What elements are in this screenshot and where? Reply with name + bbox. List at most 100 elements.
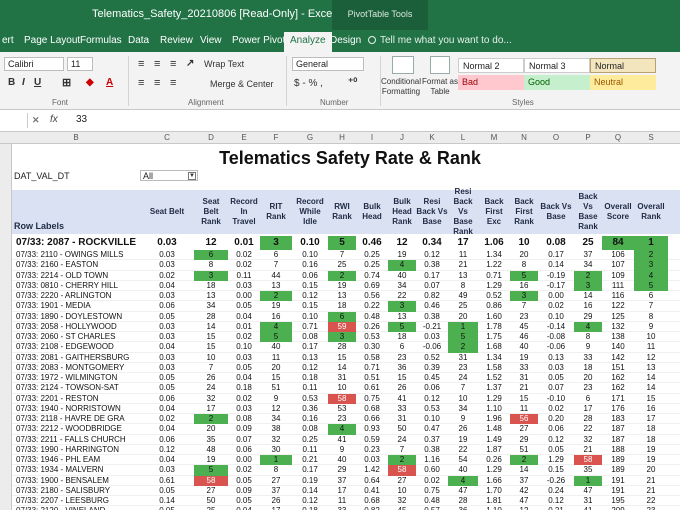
row-label[interactable]: 07/33: 2060 - ST CHARLES [14, 332, 140, 342]
row-label[interactable]: 07/33: 2211 - FALLS CHURCH [14, 435, 140, 445]
cell-rwi-rank[interactable]: 4 [328, 424, 356, 435]
cell-seat-belt-rank[interactable]: 25 [194, 506, 228, 510]
cell-rwi-rank[interactable]: 19 [328, 281, 356, 291]
cell-back-vs-base[interactable]: -0.10 [538, 394, 574, 404]
cell-rit-rank[interactable]: 1 [260, 455, 292, 466]
table-row[interactable]: 07/33: 1900 - BENSALEM 0.61 58 0.05 27 0.19 37… [12, 475, 680, 486]
cell-bulk-head-rank[interactable]: 32 [388, 496, 416, 506]
format-as-table-button[interactable]: Format as Table [420, 77, 460, 97]
header-seat-belt[interactable]: Seat Belt [140, 190, 194, 234]
cell-record-in-travel[interactable]: 0.00 [228, 291, 260, 301]
table-row[interactable]: 07/33: 2180 - SALISBURY 0.05 27 0.09 37 0.14 1… [12, 486, 680, 496]
table-row[interactable]: 07/33: 1890 - DOYLESTOWN 0.05 28 0.04 16 0.10… [12, 311, 680, 322]
cell-overall-score[interactable]: 176 [602, 404, 634, 414]
row-label[interactable]: 07/33: 1972 - WILMINGTON [14, 373, 140, 383]
cell-resi-back-vs-base[interactable]: 0.03 [416, 332, 448, 342]
cell-resi-back-vs-base-rank[interactable]: 4 [448, 475, 478, 486]
cell-back-first-rank[interactable]: 7 [510, 301, 538, 311]
table-row[interactable]: 07/33: 2207 - LEESBURG 0.14 50 0.05 26 0.12 11… [12, 496, 680, 507]
row-label[interactable]: 07/33: 1901 - MEDIA [14, 301, 140, 311]
cell-back-vs-base[interactable]: 0.20 [538, 414, 574, 424]
cell-back-first-exc[interactable]: 1.96 [478, 414, 510, 424]
cell-back-vs-base-rank[interactable]: 34 [574, 260, 602, 270]
cell-overall-rank[interactable]: 15 [634, 394, 668, 404]
cell-bulk-head-rank[interactable]: 10 [388, 486, 416, 496]
currency-format-buttons[interactable]: $ - % , [294, 78, 323, 89]
tab-analyze[interactable]: Analyze [284, 32, 332, 52]
cell-bulk-head[interactable]: 0.93 [356, 424, 388, 434]
bold-button[interactable]: B [8, 77, 15, 88]
cell-record-in-travel[interactable]: 0.03 [228, 404, 260, 414]
cell-bulk-head-rank[interactable]: 58 [388, 465, 416, 476]
table-row[interactable]: 07/33: 2160 - EASTON 0.03 8 0.02 7 0.16 25 0.25… [12, 260, 680, 271]
cell-record-while-idle[interactable]: 0.12 [292, 496, 328, 506]
cell-bulk-head[interactable]: 0.61 [356, 383, 388, 393]
cell-back-first-rank[interactable]: 3 [510, 291, 538, 302]
cell-overall-rank[interactable]: 14 [634, 383, 668, 393]
cell-back-vs-base-rank[interactable]: 28 [574, 414, 602, 424]
table-row[interactable]: 07/33: 2060 - ST CHARLES 0.03 15 0.02 5 0.08 3… [12, 332, 680, 343]
cell-rit-rank[interactable]: 20 [260, 363, 292, 373]
cell-rwi-rank[interactable]: 5 [328, 236, 356, 250]
table-row[interactable]: 07/33: 2058 - HOLLYWOOD 0.03 14 0.01 4 0.71 59… [12, 321, 680, 332]
cell-record-while-idle[interactable]: 0.16 [292, 260, 328, 270]
column-header-e[interactable]: E [228, 133, 260, 142]
cell-overall-score[interactable]: 122 [602, 301, 634, 311]
cell-bulk-head[interactable]: 0.68 [356, 404, 388, 414]
cell-bulk-head-rank[interactable]: 7 [388, 445, 416, 455]
row-label[interactable]: 07/33: 2180 - SALISBURY [14, 486, 140, 496]
cell-record-while-idle[interactable]: 0.71 [292, 322, 328, 332]
cell-seat-belt[interactable]: 0.03 [140, 363, 194, 373]
cell-seat-belt[interactable]: 0.03 [140, 250, 194, 260]
cell-overall-rank[interactable]: 21 [634, 486, 668, 496]
cell-resi-back-vs-base[interactable]: 0.34 [416, 236, 448, 250]
cell-back-first-exc[interactable]: 1.34 [478, 250, 510, 260]
cell-bulk-head-rank[interactable]: 2 [388, 455, 416, 466]
cell-rwi-rank[interactable]: 37 [328, 476, 356, 486]
cell-back-first-rank[interactable]: 29 [510, 435, 538, 445]
cell-back-vs-base-rank[interactable]: 29 [574, 312, 602, 322]
header-back-vs-base[interactable]: Back Vs Base [538, 190, 574, 234]
cell-bulk-head[interactable]: 0.23 [356, 445, 388, 455]
cell-rit-rank[interactable]: 32 [260, 435, 292, 445]
header-record-in-travel[interactable]: Record In Travel [228, 190, 260, 234]
row-label[interactable]: 07/33: 2108 - EDGEWOOD [14, 342, 140, 352]
cell-rit-rank[interactable]: 40 [260, 342, 292, 352]
column-header-s[interactable]: S [634, 133, 668, 142]
cell-bulk-head-rank[interactable]: 40 [388, 271, 416, 281]
cell-seat-belt[interactable]: 0.14 [140, 496, 194, 506]
cell-resi-back-vs-base[interactable]: -0.06 [416, 342, 448, 352]
cell-bulk-head[interactable]: 0.30 [356, 342, 388, 352]
cell-seat-belt[interactable]: 0.03 [140, 236, 194, 250]
cell-resi-back-vs-base-rank[interactable]: 40 [448, 465, 478, 475]
cell-bulk-head[interactable]: 0.74 [356, 271, 388, 281]
cell-rit-rank[interactable]: 5 [260, 332, 292, 343]
cell-seat-belt-rank[interactable]: 12 [194, 236, 228, 250]
column-header-n[interactable]: N [510, 133, 538, 142]
cell-overall-rank[interactable]: 18 [634, 435, 668, 445]
cell-bulk-head-rank[interactable]: 18 [388, 332, 416, 342]
cell-seat-belt-rank[interactable]: 26 [194, 373, 228, 383]
cell-back-vs-base[interactable]: 0.07 [538, 383, 574, 393]
cell-seat-belt[interactable]: 0.03 [140, 260, 194, 270]
table-row[interactable]: 07/33: 2110 - OWINGS MILLS 0.03 6 0.02 6 0.10… [12, 250, 680, 261]
cell-back-vs-base-rank[interactable]: 3 [574, 280, 602, 291]
row-label[interactable]: 07/33: 1940 - NORRISTOWN [14, 404, 140, 414]
cell-back-vs-base[interactable]: 0.05 [538, 373, 574, 383]
cell-back-vs-base-rank[interactable]: 16 [574, 301, 602, 311]
row-label[interactable]: 07/33: 2124 - TOWSON-SAT [14, 383, 140, 393]
cell-back-first-rank[interactable]: 47 [510, 496, 538, 506]
cell-resi-back-vs-base[interactable]: 0.10 [416, 414, 448, 424]
cell-back-vs-base-rank[interactable]: 21 [574, 445, 602, 455]
cell-rwi-rank[interactable]: 18 [328, 301, 356, 311]
cell-back-vs-base[interactable]: 0.03 [538, 363, 574, 373]
cell-overall-rank[interactable]: 6 [634, 291, 668, 301]
cell-seat-belt[interactable]: 0.04 [140, 424, 194, 434]
cell-back-vs-base[interactable]: 1.29 [538, 455, 574, 465]
cell-resi-back-vs-base[interactable]: 0.46 [416, 301, 448, 311]
cell-seat-belt-rank[interactable]: 15 [194, 342, 228, 352]
cell-overall-score[interactable]: 187 [602, 424, 634, 434]
cell-back-first-rank[interactable]: 31 [510, 373, 538, 383]
cell-back-first-rank[interactable]: 19 [510, 353, 538, 363]
table-row[interactable]: 07/33: 1901 - MEDIA 0.06 34 0.05 19 0.15 18 0.2… [12, 301, 680, 312]
